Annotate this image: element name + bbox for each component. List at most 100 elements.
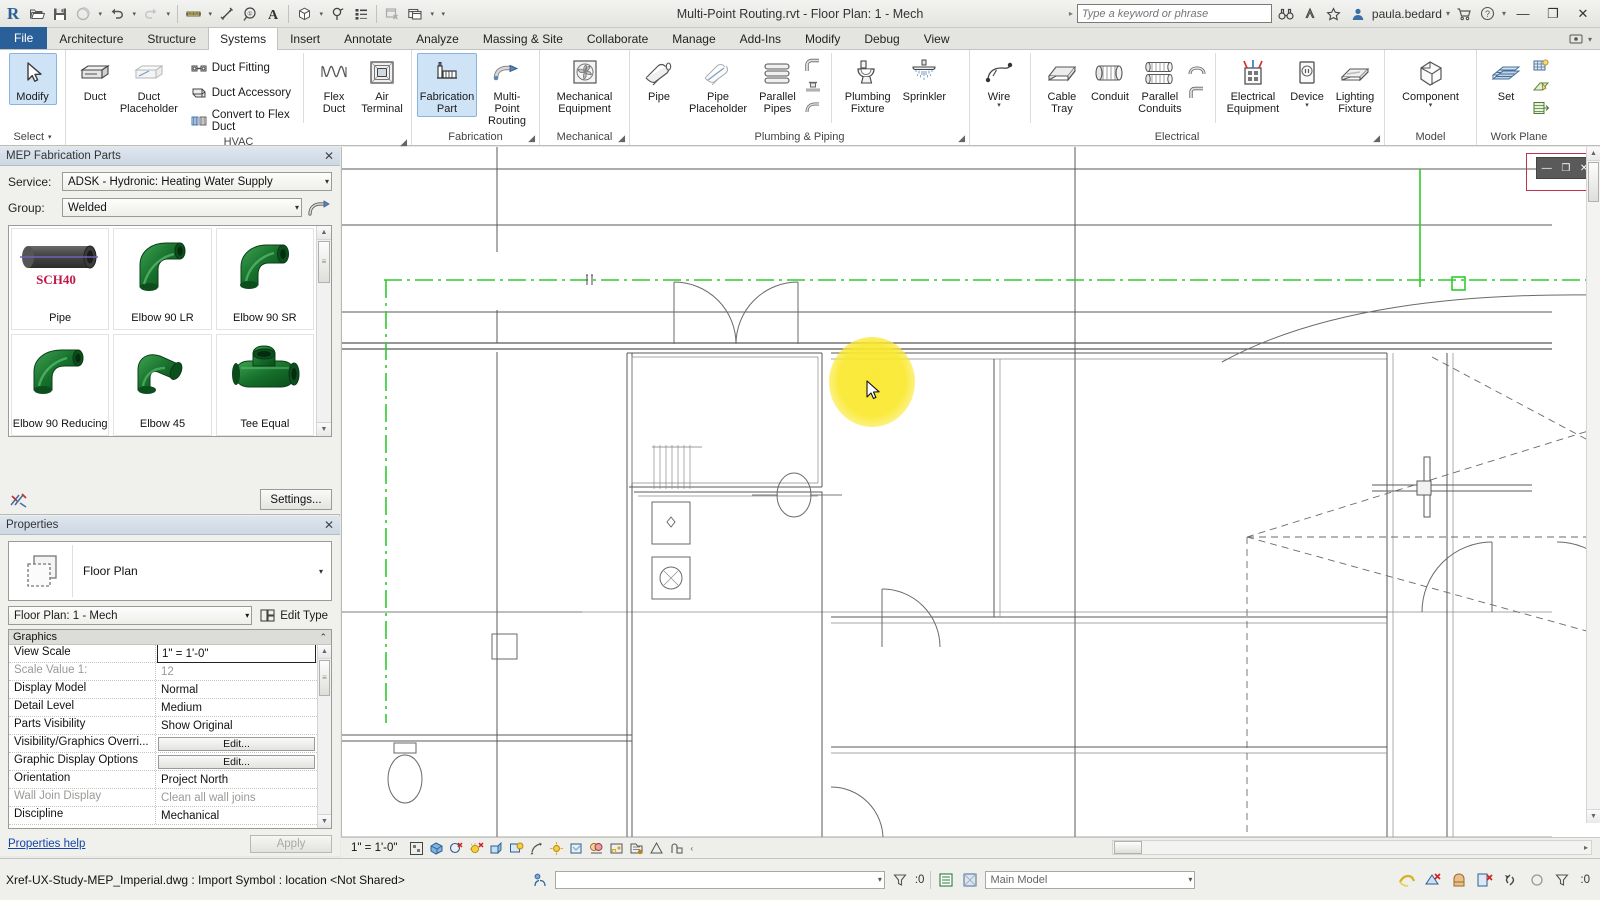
part-pipe[interactable]: SCH40 Pipe [11,228,110,330]
show-workplane-icon[interactable] [1530,55,1552,76]
worksets-combo[interactable]: Main Model ▾ [985,870,1196,889]
exclude-options-icon[interactable] [1424,871,1442,889]
help-dropdown-caret[interactable]: ▾ [1502,9,1506,18]
apply-button[interactable]: Apply [250,835,332,853]
pipe-accessory-icon[interactable] [802,76,824,97]
properties-section-collapse-icon[interactable]: ⌃ [319,632,327,643]
sync-icon[interactable] [72,3,94,25]
property-value[interactable]: Mechanical [156,807,317,824]
multi-point-routing-button[interactable]: Multi-Point Routing [477,53,537,129]
properties-scrollbar[interactable]: ▲ ≡ ▼ [317,645,331,828]
flex-duct-button[interactable]: Flex Duct [310,53,358,117]
parts-scroll-up-icon[interactable]: ▲ [317,226,331,240]
sun-path-icon[interactable] [468,840,485,857]
property-row-parts-visibility[interactable]: Parts Visibility Show Original [9,717,317,735]
cable-tray-fitting-icon[interactable] [1186,61,1208,82]
view-minimize-button[interactable]: — [1541,163,1553,174]
properties-scroll-down-icon[interactable]: ▼ [318,814,331,828]
show-crop-region-icon[interactable] [548,840,565,857]
properties-scroll-up-icon[interactable]: ▲ [318,645,331,659]
component-dropdown-caret[interactable]: ▾ [1429,102,1433,109]
flex-pipe-icon[interactable] [802,97,824,118]
canvas-scroll-down-icon[interactable]: ▼ [1587,809,1600,823]
part-elbow-45[interactable]: Elbow 45 [113,334,212,436]
ref-plane-icon[interactable] [1530,97,1552,118]
exclude-by-filter-icon[interactable] [1476,871,1494,889]
pipe-button[interactable]: Pipe [635,53,683,105]
rendering-dialog-icon[interactable] [508,840,525,857]
tab-massing-site[interactable]: Massing & Site [471,27,575,49]
electrical-equipment-button[interactable]: Electrical Equipment [1223,53,1283,117]
reveal-hidden-elements-icon[interactable] [608,840,625,857]
crop-view-icon[interactable] [528,840,545,857]
properties-type-caret-icon[interactable]: ▾ [319,567,327,576]
property-row-orientation[interactable]: Orientation Project North [9,771,317,789]
revit-logo-icon[interactable]: R [3,4,25,24]
user-dropdown-caret[interactable]: ▾ [1446,9,1450,18]
mechanical-equipment-button[interactable]: Mechanical Equipment [550,53,620,117]
filter-icon[interactable] [891,871,909,889]
mep-palette-close-icon[interactable]: ✕ [322,149,336,163]
duct-fitting-button[interactable]: Duct Fitting [185,56,297,80]
fabrication-route-icon[interactable] [306,197,332,218]
close-button[interactable]: ✕ [1570,4,1596,24]
duct-placeholder-button[interactable]: Duct Placeholder [119,53,179,117]
parallel-pipes-button[interactable]: Parallel Pipes [753,53,802,117]
wire-button[interactable]: Wire ▾ [975,53,1023,111]
canvas-scroll-up-icon[interactable]: ▲ [1587,147,1600,161]
detail-level-icon[interactable] [428,840,445,857]
undo-icon[interactable] [106,3,128,25]
properties-close-icon[interactable]: ✕ [322,518,336,532]
convert-to-flex-duct-button[interactable]: Convert to Flex Duct [185,106,297,136]
component-button[interactable]: Component ▾ [1394,53,1468,111]
plumbing-fixture-button[interactable]: Plumbing Fixture [839,53,897,117]
canvas-hscroll-caret-icon[interactable]: ▸ [1584,843,1591,852]
tab-file[interactable]: File [0,27,48,49]
exchange-cart-icon[interactable] [1454,4,1474,24]
property-row-view-scale[interactable]: View Scale 1" = 1'-0" [9,645,317,663]
open-icon[interactable] [26,3,48,25]
design-options-icon[interactable] [1398,871,1416,889]
conduit-button[interactable]: Conduit [1086,53,1134,105]
switch-windows-dropdown-caret[interactable]: ▾ [427,3,437,25]
group-combo[interactable]: Welded ▾ [62,198,302,217]
electrical-dialog-launcher-icon[interactable]: ◢ [1373,133,1380,144]
default-3d-view-icon[interactable] [293,3,315,25]
tab-view[interactable]: View [912,27,962,49]
fabrication-part-button[interactable]: Fabrication Part [417,53,477,117]
part-t-equal[interactable]: Tee Equal [215,334,314,436]
viewer-workplane-icon[interactable] [1530,76,1552,97]
properties-section-graphics[interactable]: Graphics ⌃ [9,630,331,645]
analytical-model-icon[interactable] [648,840,665,857]
parts-scroll-down-icon[interactable]: ▼ [317,422,331,436]
part-elbow-90-reducing[interactable]: Elbow 90 Reducing [11,334,110,436]
properties-type-selector[interactable]: Floor Plan ▾ [8,541,332,601]
selection-pin-icon[interactable] [1528,871,1546,889]
tab-debug[interactable]: Debug [852,27,911,49]
tab-collaborate[interactable]: Collaborate [575,27,660,49]
ribbon-options-icon[interactable] [1566,29,1586,49]
graphic-display-options-edit-button[interactable]: Edit... [158,754,315,769]
view3d-dropdown-caret[interactable]: ▾ [316,3,326,25]
help-question-icon[interactable]: ? [1478,4,1498,24]
sprinkler-button[interactable]: Sprinkler [897,53,952,105]
unlocked-3d-view-icon[interactable] [568,840,585,857]
undo-dropdown-caret[interactable]: ▾ [129,3,139,25]
close-hidden-windows-icon[interactable] [381,3,403,25]
redo-icon[interactable] [140,3,162,25]
visual-style-icon[interactable] [448,840,465,857]
view-control-overflow-icon[interactable]: ‹ [690,844,693,853]
tab-structure[interactable]: Structure [135,27,208,49]
active-design-option-icon[interactable] [1450,871,1468,889]
parts-grid-scrollbar[interactable]: ▲ ≡ ▼ [316,226,331,436]
fabrication-options-icon[interactable] [8,490,30,510]
visibility-graphics-edit-button[interactable]: Edit... [158,736,315,751]
properties-scroll-thumb[interactable]: ≡ [319,660,330,696]
pipe-fitting-icon[interactable] [802,55,824,76]
parallel-conduits-button[interactable]: Parallel Conduits [1134,53,1186,117]
part-elbow-90-lr[interactable]: Elbow 90 LR [113,228,212,330]
property-row-display-model[interactable]: Display Model Normal [9,681,317,699]
scale-icon[interactable] [408,840,425,857]
customize-qat-icon[interactable]: ▾ [438,3,448,25]
property-value[interactable]: Show Original [156,717,317,734]
